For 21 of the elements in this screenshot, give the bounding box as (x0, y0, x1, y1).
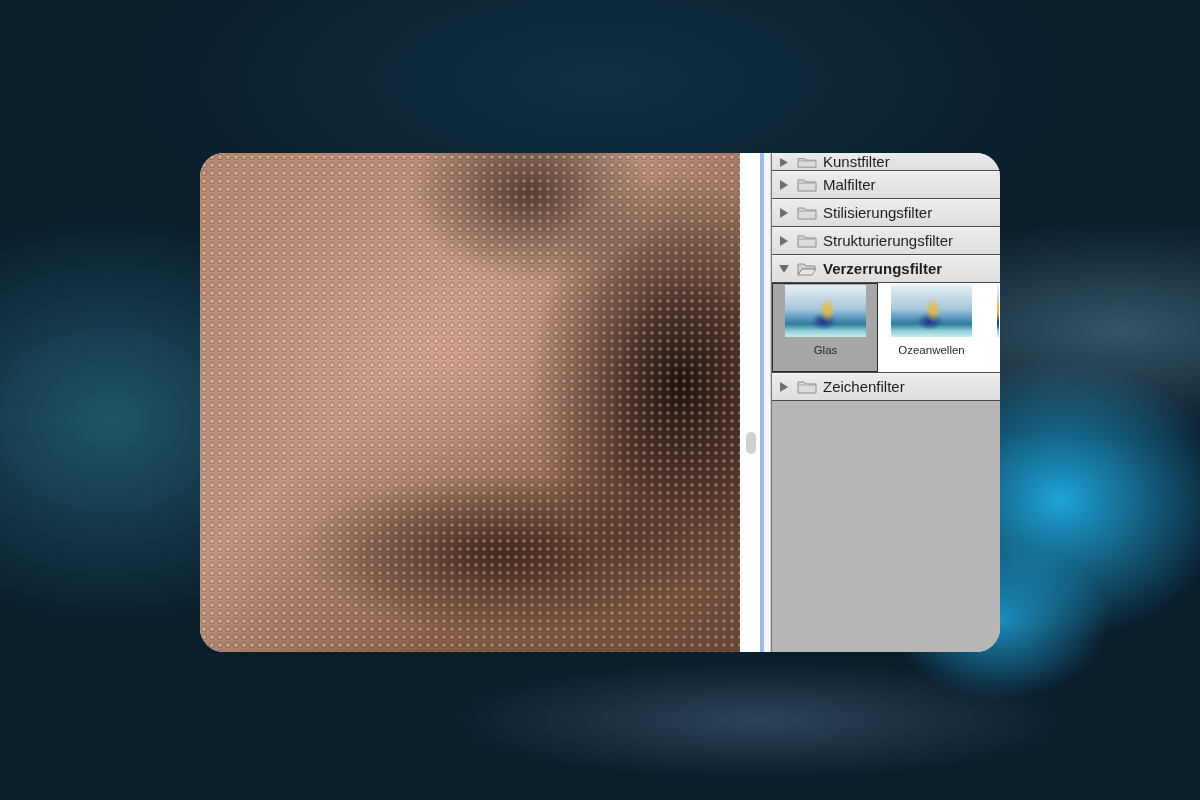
disclosure-triangle-icon (778, 262, 790, 275)
category-row[interactable]: Zeichenfilter (772, 372, 1000, 400)
folder-icon (797, 157, 817, 168)
disclosure-triangle-icon (778, 234, 790, 247)
disclosure-triangle-icon (778, 206, 790, 219)
folder-icon (797, 379, 817, 394)
filter-tile[interactable]: Ozeanwellen (878, 283, 984, 372)
disclosure-triangle-icon (778, 178, 790, 191)
folder-icon (797, 261, 817, 276)
folder-icon (797, 205, 817, 220)
folder-icon (797, 233, 817, 248)
category-row[interactable]: Kunstfilter (772, 153, 1000, 170)
category-row[interactable]: Malfilter (772, 170, 1000, 198)
disclosure-triangle-icon (778, 380, 790, 393)
disclosure-triangle-icon (778, 157, 790, 168)
category-row[interactable]: Stilisierungsfilter (772, 198, 1000, 226)
folder-icon (797, 177, 817, 192)
category-row[interactable]: Strukturierungsfilter (772, 226, 1000, 254)
category-row[interactable]: Verzerrungsfilter (772, 254, 1000, 282)
scrollbar-thumb[interactable] (746, 432, 756, 454)
filter-tile[interactable]: Glas (772, 283, 878, 372)
